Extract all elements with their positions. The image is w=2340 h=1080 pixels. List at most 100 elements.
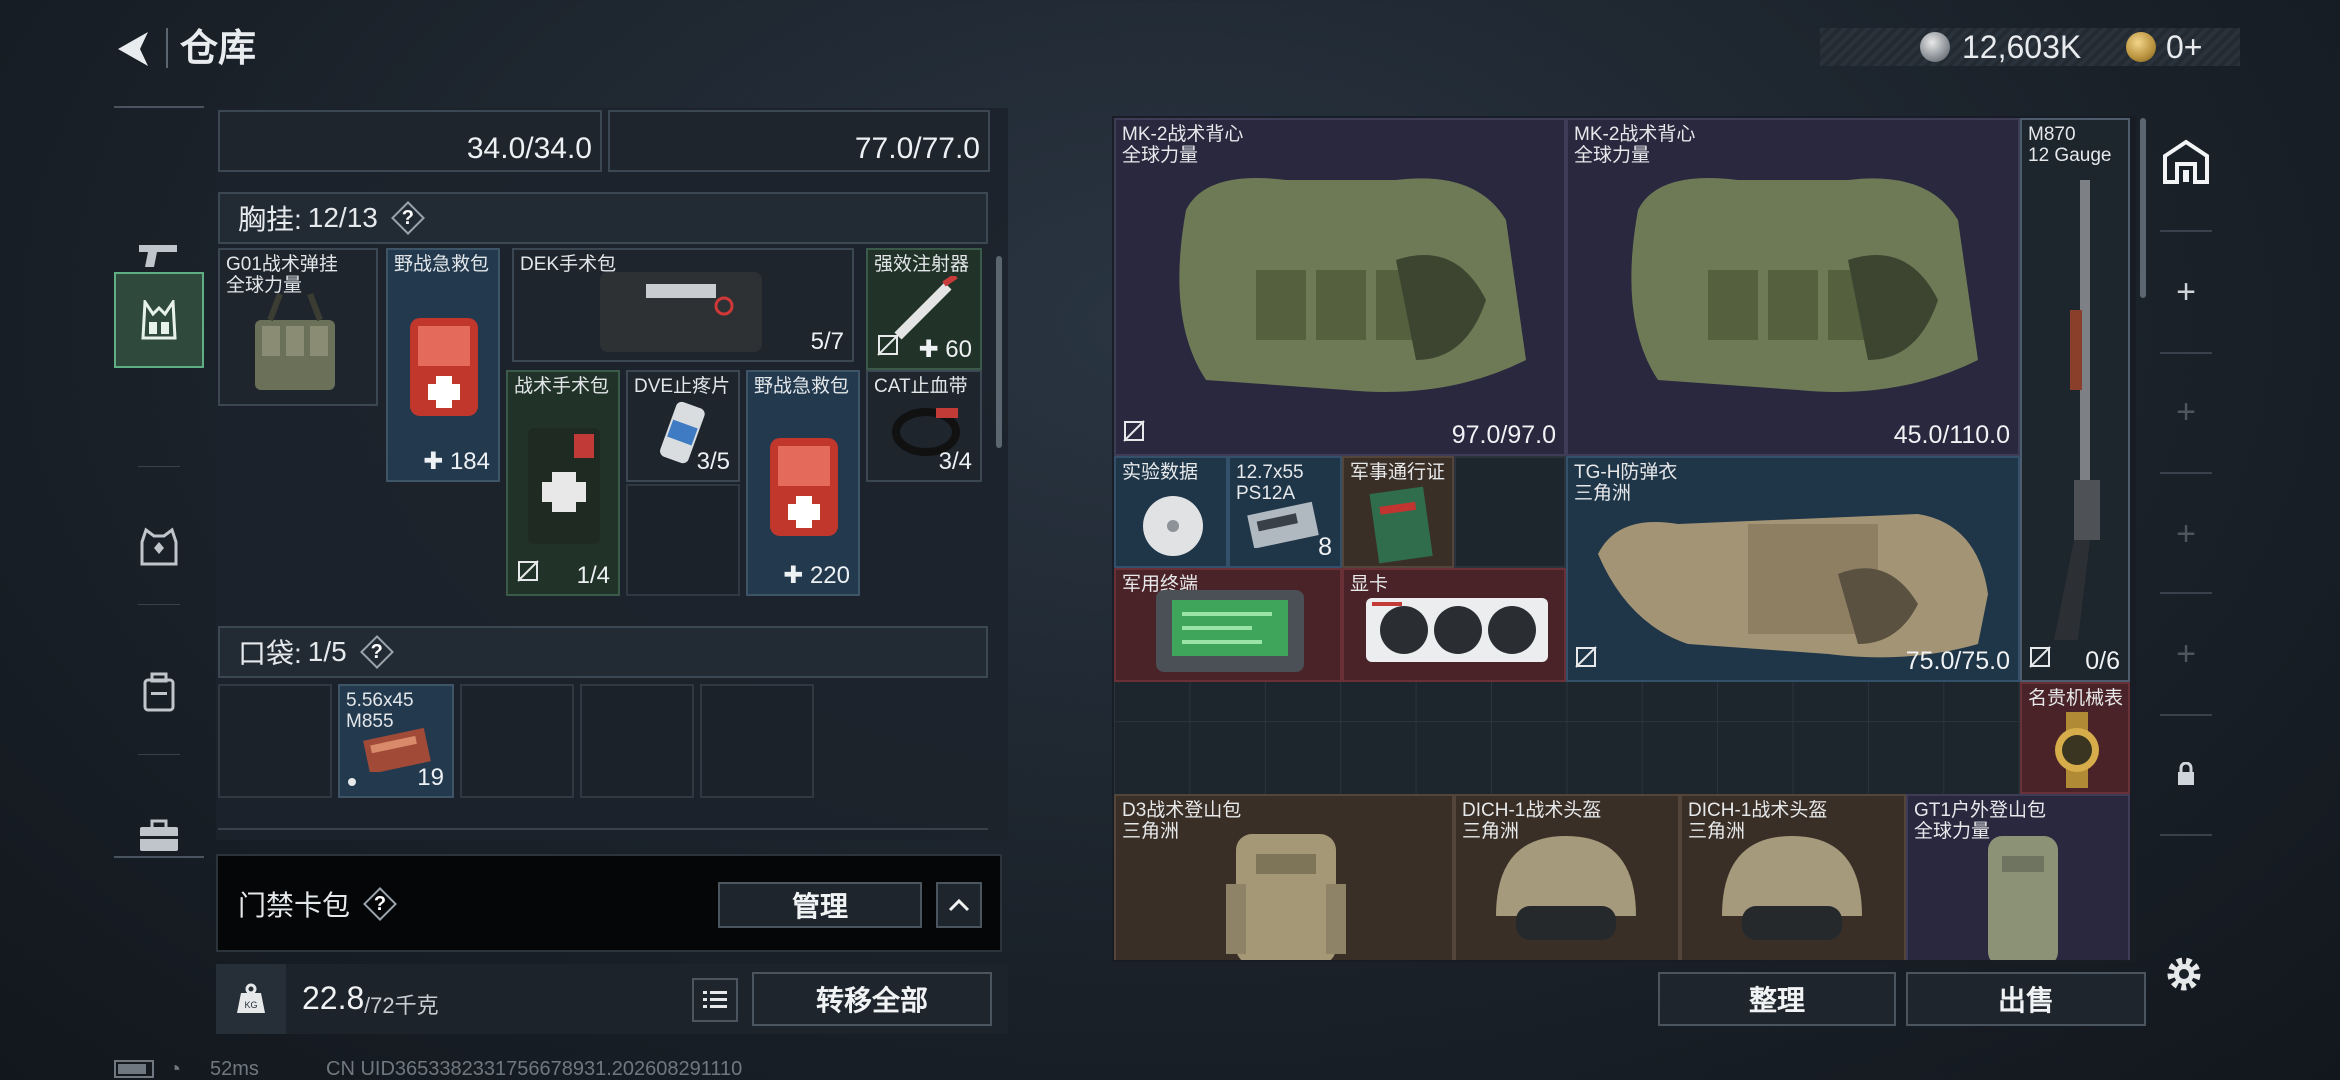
item-durability: 45.0/110.0 — [1893, 421, 2010, 449]
warehouse-icon — [2163, 139, 2209, 184]
sidebar-divider — [138, 754, 180, 755]
item-name: CAT止血带 — [874, 376, 968, 397]
add-storage-tab[interactable]: + — [2144, 614, 2228, 694]
ping-text: 52ms — [210, 1058, 259, 1080]
plus-icon: ✚ — [423, 448, 444, 475]
briefcase-icon — [140, 819, 178, 851]
storage-item[interactable]: 12.7x55 PS12A 8 — [1228, 456, 1342, 568]
ammo-box-icon — [1247, 501, 1319, 548]
storage-item[interactable]: 实验数据 — [1114, 456, 1228, 568]
transfer-all-button[interactable]: 转移全部 — [752, 972, 992, 1026]
sell-button[interactable]: 出售 — [1906, 972, 2146, 1026]
armor-vest-icon — [140, 527, 178, 566]
storage-item[interactable]: DICH-1战术头盔 三角洲 — [1454, 794, 1680, 960]
pocket-count: 1/5 — [307, 636, 347, 667]
rig-item[interactable]: DVE止疼片 3/5 — [626, 370, 740, 482]
item-name: 5.56x45 — [346, 690, 414, 711]
panel-divider — [218, 828, 988, 830]
item-name: 实验数据 — [1122, 462, 1199, 483]
storage-item[interactable]: 军用终端 — [1114, 568, 1342, 682]
storage-item[interactable]: MK-2战术背心 全球力量 45.0/110.0 — [1566, 118, 2020, 456]
item-subtitle: 三角洲 — [1122, 821, 1180, 842]
plus-icon: + — [2176, 514, 2196, 553]
back-button[interactable] — [110, 24, 160, 74]
storage-item[interactable]: 军事通行证 — [1342, 456, 1454, 568]
tab-divider — [2160, 592, 2212, 594]
item-name: 野战急救包 — [394, 254, 490, 275]
weight-bar: KG 22.8 /72千克 转移全部 — [216, 964, 1008, 1034]
settings-button[interactable] — [2162, 952, 2206, 1001]
list-view-button[interactable] — [692, 978, 738, 1022]
storage-item[interactable]: M870 12 Gauge 0/6 — [2020, 118, 2130, 682]
gold-amount[interactable]: 0+ — [2166, 28, 2202, 66]
storage-tab-home[interactable] — [2144, 116, 2228, 206]
tab-divider — [2160, 352, 2212, 354]
empty-slot[interactable] — [626, 484, 740, 596]
locked-storage-tab[interactable] — [2144, 734, 2228, 814]
sidebar-chest-rig[interactable] — [114, 272, 204, 368]
tactical-vest-icon — [1631, 178, 1978, 392]
storage-item[interactable]: 显卡 — [1342, 568, 1566, 682]
first-aid-kit-icon — [770, 438, 838, 536]
sidebar-backpack[interactable] — [114, 644, 204, 740]
add-storage-tab[interactable]: + — [2144, 372, 2228, 452]
rig-item[interactable]: 强效注射器 ✚ 60 — [866, 248, 982, 370]
pocket-item[interactable]: 5.56x45 M855 19 — [338, 684, 454, 798]
pocket-slot[interactable] — [218, 684, 332, 798]
item-value: 1/4 — [576, 562, 610, 589]
rig-item[interactable]: 野战急救包 ✚ 220 — [746, 370, 860, 596]
item-value: 19 — [417, 764, 444, 791]
sidebar-armor[interactable] — [114, 498, 204, 594]
rig-item[interactable]: 野战急救包 ✚ 184 — [386, 248, 500, 482]
ammo-dot-icon — [348, 778, 356, 786]
rig-item[interactable]: CAT止血带 3/4 — [866, 370, 982, 482]
list-icon — [703, 991, 727, 1008]
pocket-slot[interactable] — [700, 684, 814, 798]
add-storage-tab[interactable]: + — [2144, 494, 2228, 574]
add-storage-tab[interactable]: + — [2144, 252, 2228, 332]
item-value: 220 — [809, 562, 850, 589]
rig-item[interactable]: 战术手术包 1/4 — [506, 370, 620, 596]
item-name: DVE止疼片 — [634, 376, 731, 397]
help-icon[interactable]: ? — [364, 888, 396, 920]
item-name: 强效注射器 — [874, 254, 970, 275]
scrollbar[interactable] — [996, 256, 1002, 448]
helmet-icon — [1496, 836, 1636, 940]
storage-item[interactable]: 名贵机械表 — [2020, 682, 2130, 794]
equipped-slot[interactable]: 34.0/34.0 — [218, 110, 602, 172]
helmet-icon — [1722, 836, 1862, 940]
no-durability-icon — [876, 333, 900, 362]
no-durability-icon — [1122, 419, 1146, 448]
collapse-button[interactable] — [936, 882, 982, 928]
item-name: 战术手术包 — [514, 376, 610, 397]
item-name: MK-2战术背心 — [1122, 124, 1244, 145]
sidebar-case[interactable] — [114, 788, 204, 884]
pocket-slot[interactable] — [580, 684, 694, 798]
lock-icon — [2178, 762, 2194, 785]
rig-item[interactable]: G01战术弹挂 全球力量 — [218, 248, 378, 406]
durability-value: 34.0/34.0 — [466, 132, 592, 165]
no-durability-icon — [516, 559, 540, 588]
item-durability: 0/6 — [2085, 647, 2120, 675]
rig-item[interactable]: DEK手术包 5/7 — [512, 248, 854, 362]
item-value: 3/4 — [938, 448, 972, 475]
empty-slot[interactable] — [1454, 456, 1566, 568]
silver-amount: 12,603K — [1962, 29, 2082, 65]
storage-item[interactable]: D3战术登山包 三角洲 — [1114, 794, 1454, 960]
sort-button[interactable]: 整理 — [1658, 972, 1896, 1026]
item-name: TG-H防弹衣 — [1574, 462, 1678, 483]
tab-divider — [2160, 834, 2212, 836]
storage-item[interactable]: GT1户外登山包 全球力量 — [1906, 794, 2130, 960]
item-subtitle: 12 Gauge — [2028, 145, 2112, 166]
pocket-header: 口袋: 1/5 ? — [218, 626, 988, 678]
equipped-slot[interactable]: 77.0/77.0 — [608, 110, 990, 172]
storage-item[interactable]: DICH-1战术头盔 三角洲 — [1680, 794, 1906, 960]
storage-item[interactable]: MK-2战术背心 全球力量 97.0/97.0 — [1114, 118, 1566, 456]
backpack-item-icon — [1226, 834, 1346, 960]
help-icon[interactable]: ? — [361, 636, 393, 668]
pocket-slot[interactable] — [460, 684, 574, 798]
manage-button[interactable]: 管理 — [718, 882, 922, 928]
storage-item[interactable]: TG-H防弹衣 三角洲 75.0/75.0 — [1566, 456, 2020, 682]
help-icon[interactable]: ? — [392, 202, 424, 234]
tab-divider — [2160, 472, 2212, 474]
